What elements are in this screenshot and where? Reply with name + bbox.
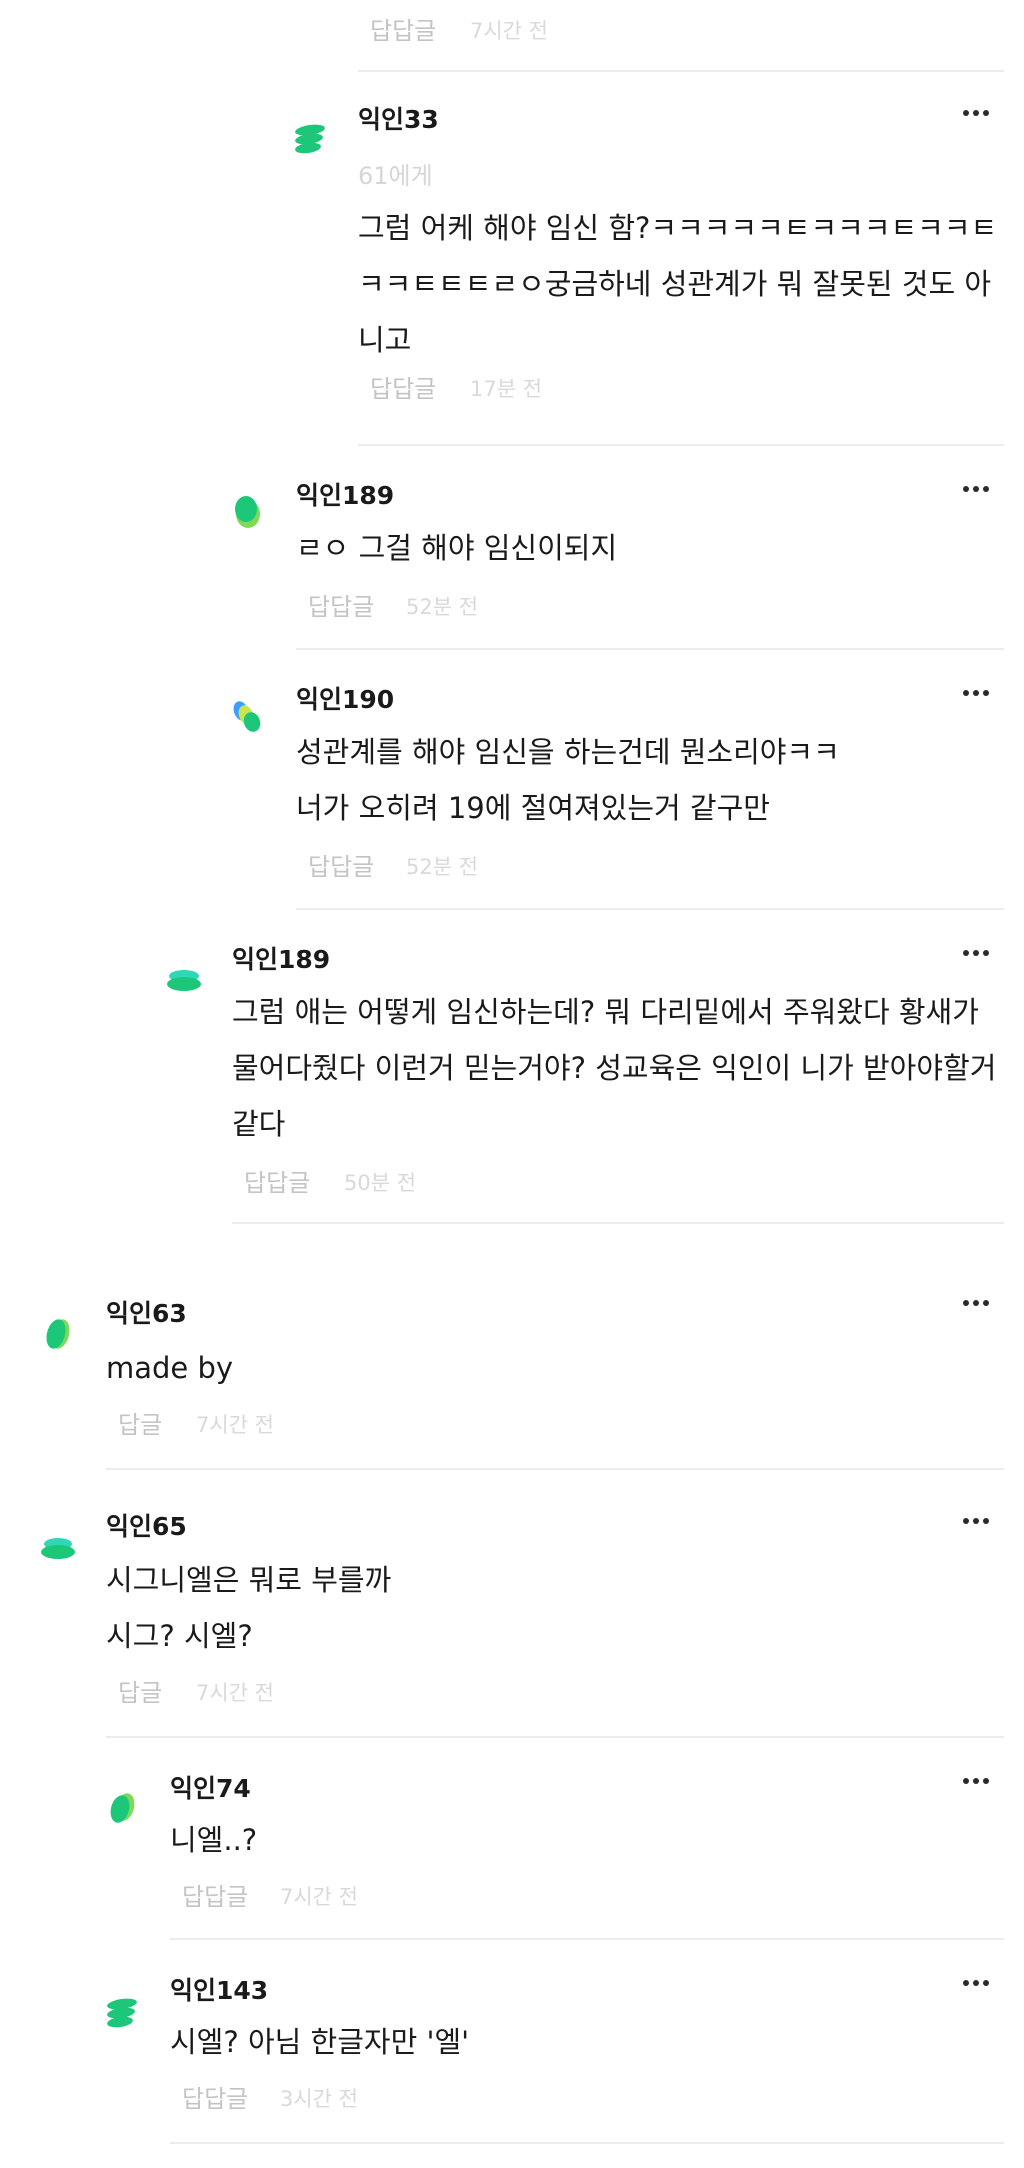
comment-text-line: 너가 오히려 19에 절여져있는거 같구만 [296,791,770,825]
comment-text-line: 니엘..? [170,1823,258,1857]
leaf-avatar-icon [166,962,202,998]
comment-author: 익인190 [296,685,395,714]
reply-button[interactable]: 답답글 [370,14,436,48]
comment-author: 익인63 [106,1299,187,1328]
reply-mention: 61에게 [358,162,433,190]
reply-button[interactable]: 답답글 [244,1166,310,1200]
timestamp: 52분 전 [406,855,479,879]
more-dots-icon[interactable] [956,1766,996,1796]
more-dots-icon[interactable] [956,678,996,708]
comment-text-line: ㄹㅇ 그걸 해야 임신이되지 [296,531,618,565]
comment-item: 익인190 성관계를 해야 임신을 하는건데 뭔소리야ㅋㅋ 너가 오히려 19에… [0,650,1024,910]
more-dots-icon[interactable] [956,938,996,968]
comment-author: 익인65 [106,1512,187,1541]
timestamp: 7시간 전 [196,1413,274,1437]
reply-button[interactable]: 답답글 [308,590,374,624]
comment-text-line: 같다 [232,1107,286,1141]
comment-text-line: 물어다줬다 이런거 믿는거야? 성교육은 익인이 니가 받아야할거 [232,1051,997,1085]
reply-button[interactable]: 답답글 [370,372,436,406]
timestamp: 17분 전 [470,377,543,401]
leaf-avatar-icon [292,120,328,156]
timestamp: 52분 전 [406,595,479,619]
leaf-avatar-icon [40,1316,76,1352]
divider [170,2142,1004,2144]
comment-author: 익인189 [296,481,395,510]
comment-author: 익인143 [170,1976,269,2005]
leaf-avatar-icon [104,1994,140,2030]
leaf-avatar-icon [104,1790,140,1826]
comment-text-line: 시엘? 아님 한글자만 '엘' [170,2025,470,2059]
comment-item: 익인189 그럼 애는 어떻게 임신하는데? 뭐 다리밑에서 주워왔다 황새가 … [0,910,1024,1224]
more-dots-icon[interactable] [956,1288,996,1318]
comment-item: 익인63 made by 답글 7시간 전 [0,1224,1024,1470]
comment-author: 익인74 [170,1774,251,1803]
comment-item: 익인74 니엘..? 답답글 7시간 전 [0,1738,1024,1940]
comment-text-line: 니고 [358,323,412,357]
timestamp: 7시간 전 [470,19,548,43]
reply-button[interactable]: 답답글 [308,850,374,884]
timestamp: 3시간 전 [280,2087,358,2111]
comment-text-line: 시그? 시엘? [106,1619,253,1653]
comment-author: 익인33 [358,105,439,134]
comment-item: 익인33 61에게 그럼 어케 해야 임신 함?ㅋㅋㅋㅋㅋㅌㅋㅋㅋㅌㅋㅋㅌ ㅋㅋ… [0,72,1024,446]
leaf-avatar-icon [40,1530,76,1566]
reply-button[interactable]: 답답글 [182,2082,248,2116]
comment-text-line: 시그니엘은 뭐로 부를까 [106,1563,392,1597]
comment-text-line: 그럼 어케 해야 임신 함?ㅋㅋㅋㅋㅋㅌㅋㅋㅋㅌㅋㅋㅌ [358,211,998,245]
leaf-avatar-icon [230,494,266,530]
more-dots-icon[interactable] [956,1968,996,1998]
reply-button[interactable]: 답글 [118,1408,162,1442]
comment-item: 익인143 시엘? 아님 한글자만 '엘' 답답글 3시간 전 [0,1940,1024,2168]
comment-text-line: 그럼 애는 어떻게 임신하는데? 뭐 다리밑에서 주워왔다 황새가 [232,995,979,1029]
comment-text-line: ㅋㅋㅌㅌㅌㄹㅇ궁금하네 성관계가 뭐 잘못된 것도 아 [358,267,992,301]
top-partial-comment-footer: 답답글 7시간 전 [0,0,1024,72]
more-dots-icon[interactable] [956,98,996,128]
comment-item: 익인189 ㄹㅇ 그걸 해야 임신이되지 답답글 52분 전 [0,446,1024,650]
reply-button[interactable]: 답글 [118,1676,162,1710]
timestamp: 7시간 전 [280,1885,358,1909]
comment-text-line: 성관계를 해야 임신을 하는건데 뭔소리야ㅋㅋ [296,735,840,769]
comment-text-line: made by [106,1351,234,1385]
more-dots-icon[interactable] [956,1506,996,1536]
timestamp: 50분 전 [344,1171,417,1195]
more-dots-icon[interactable] [956,474,996,504]
reply-button[interactable]: 답답글 [182,1880,248,1914]
timestamp: 7시간 전 [196,1681,274,1705]
leaf-avatar-icon [230,698,266,734]
comment-author: 익인189 [232,945,331,974]
comment-item: 익인65 시그니엘은 뭐로 부를까 시그? 시엘? 답글 7시간 전 [0,1470,1024,1738]
